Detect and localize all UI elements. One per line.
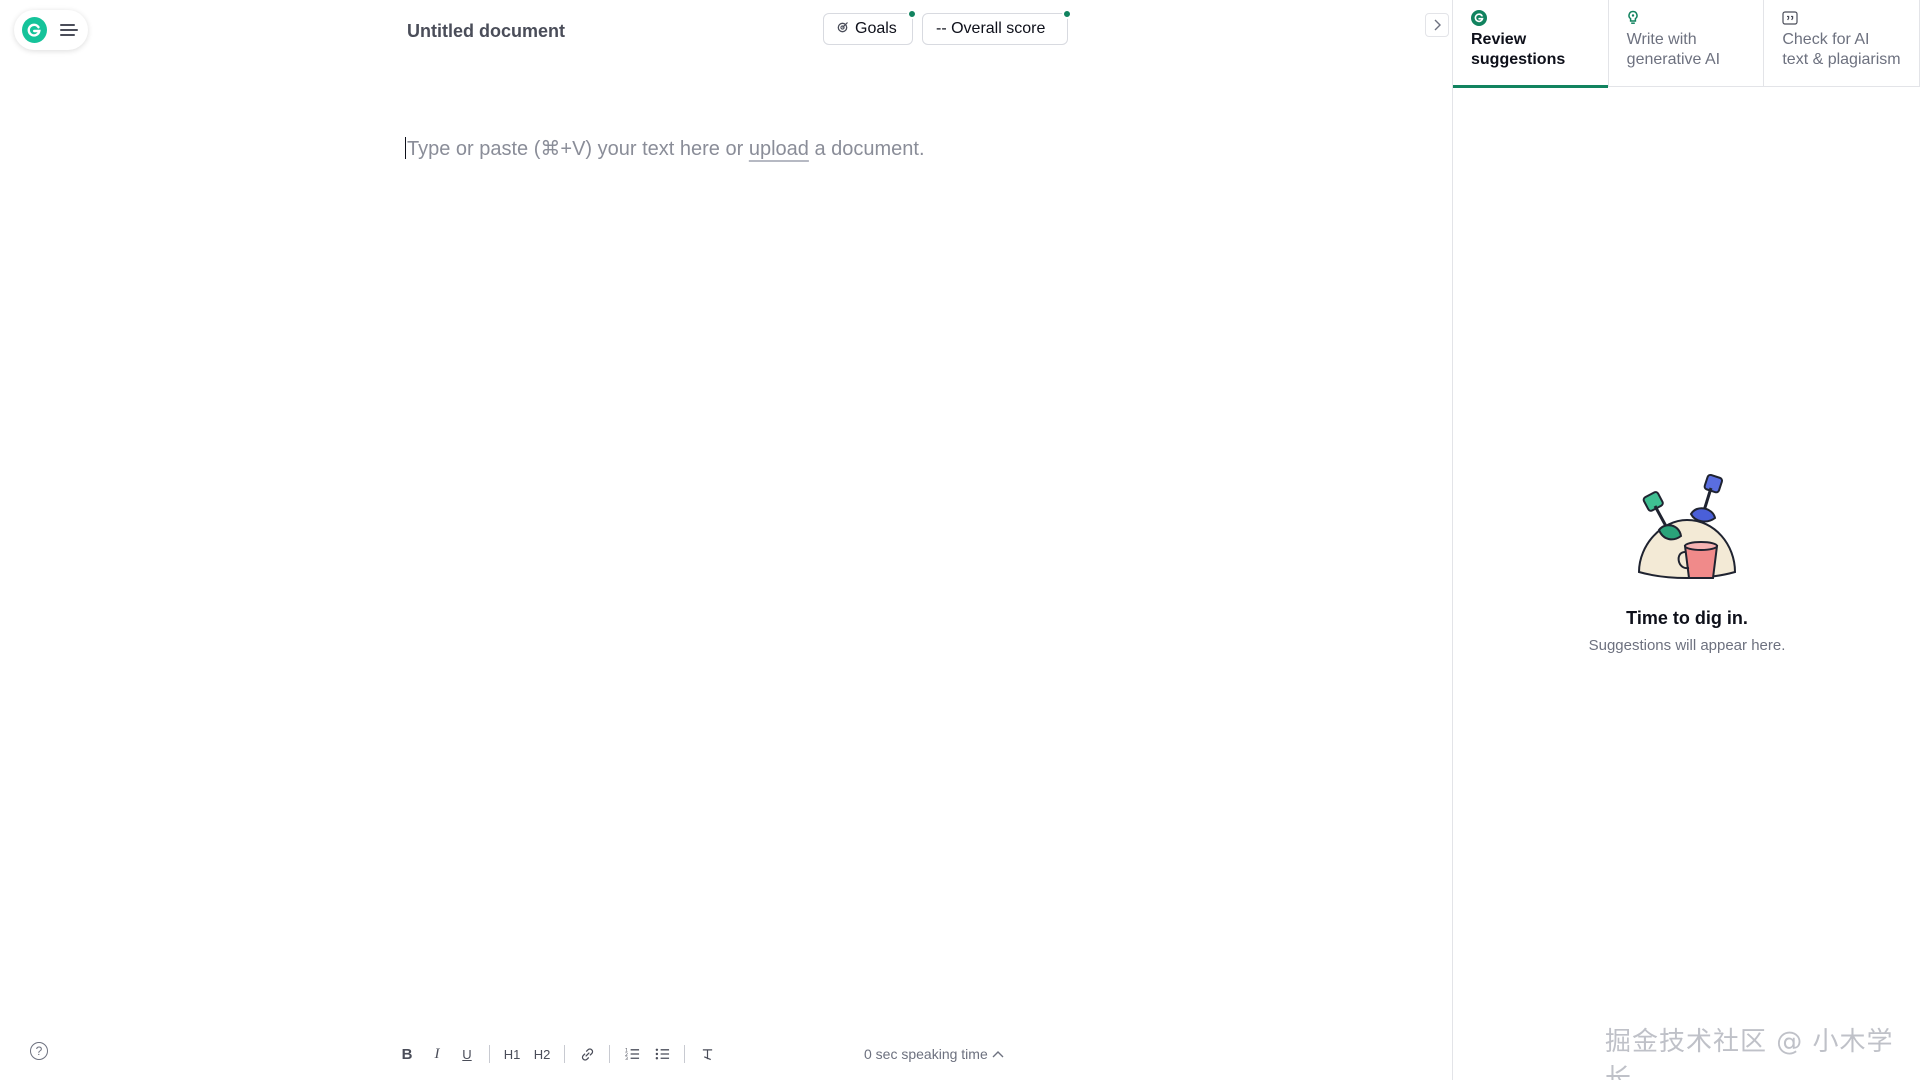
placeholder-text-start: Type or paste (⌘+V) your text here or	[407, 138, 749, 160]
speaking-time-label: 0 sec speaking time	[864, 1046, 988, 1062]
tab-write-label-2: generative AI	[1626, 51, 1721, 68]
document-title[interactable]: Untitled document	[407, 21, 565, 42]
tab-review-label-1: Review	[1471, 31, 1527, 48]
quote-icon	[1782, 10, 1901, 26]
tab-review-suggestions[interactable]: Review suggestions	[1453, 0, 1609, 88]
toolbar-divider	[564, 1045, 565, 1063]
grammarly-g-icon	[1471, 10, 1590, 26]
numbered-list-icon: 123	[625, 1048, 639, 1061]
tab-check-ai-plagiarism[interactable]: Check for AI text & plagiarism	[1764, 0, 1920, 87]
empty-state: Time to dig in. Suggestions will appear …	[1453, 470, 1920, 654]
suggestions-panel: Review suggestions Write with generative…	[1452, 0, 1920, 1080]
toolbar-divider	[684, 1045, 685, 1063]
tab-check-label-2: text & plagiarism	[1782, 51, 1901, 68]
tab-write-generative-ai[interactable]: Write with generative AI	[1609, 0, 1765, 87]
upload-link[interactable]: upload	[749, 138, 809, 160]
clear-formatting-icon	[702, 1048, 712, 1060]
overall-score-label: -- Overall score	[936, 20, 1046, 37]
bullet-list-icon	[655, 1048, 669, 1060]
bullet-list-button[interactable]	[647, 1042, 677, 1066]
grammarly-logo-icon[interactable]	[22, 17, 47, 43]
goals-label: Goals	[855, 20, 897, 37]
heading2-button[interactable]: H2	[527, 1042, 557, 1066]
underline-button[interactable]: U	[452, 1042, 482, 1066]
sand-bucket-illustration-icon	[1637, 473, 1737, 579]
collapse-panel-button[interactable]	[1425, 13, 1449, 37]
numbered-list-button[interactable]: 123	[617, 1042, 647, 1066]
help-icon[interactable]: ?	[30, 1042, 48, 1060]
logo-menu-pill	[14, 10, 88, 50]
link-icon	[581, 1047, 593, 1061]
bold-button[interactable]: B	[392, 1042, 422, 1066]
lightbulb-icon	[1627, 10, 1746, 26]
italic-button[interactable]: I	[422, 1042, 452, 1066]
placeholder-text-end: a document.	[808, 138, 925, 160]
tab-check-label-1: Check for AI	[1782, 31, 1870, 48]
toolbar-divider	[609, 1045, 610, 1063]
svg-text:3: 3	[625, 1056, 628, 1061]
overall-score-button[interactable]: -- Overall score	[922, 9, 1072, 45]
target-icon	[837, 20, 849, 38]
goals-status-dot	[907, 9, 917, 19]
tab-write-label-1: Write with	[1626, 31, 1697, 48]
text-caret	[405, 137, 406, 159]
tab-review-label-2: suggestions	[1471, 51, 1566, 68]
hamburger-menu-icon[interactable]	[59, 19, 80, 41]
formatting-toolbar: B I U H1 H2 123	[392, 1042, 722, 1066]
heading1-button[interactable]: H1	[497, 1042, 527, 1066]
empty-state-title: Time to dig in.	[1626, 608, 1748, 628]
score-status-dot	[1062, 9, 1072, 19]
chevron-right-icon	[1434, 19, 1441, 31]
clear-formatting-button[interactable]	[692, 1042, 722, 1066]
link-button[interactable]	[572, 1042, 602, 1066]
goals-button[interactable]: Goals	[823, 9, 917, 45]
empty-state-subtitle: Suggestions will appear here.	[1588, 637, 1786, 654]
watermark-text: 掘金技术社区 @ 小木学长	[1605, 1027, 1894, 1080]
speaking-time-button[interactable]: 0 sec speaking time	[864, 1046, 1004, 1062]
app-window: Untitled document Goals -- Overall score…	[0, 0, 1920, 1080]
toolbar-divider	[489, 1045, 490, 1063]
chevron-up-icon	[992, 1051, 1004, 1058]
editor-area[interactable]: Type or paste (⌘+V) your text here or up…	[405, 136, 925, 161]
panel-tabs: Review suggestions Write with generative…	[1453, 0, 1920, 88]
